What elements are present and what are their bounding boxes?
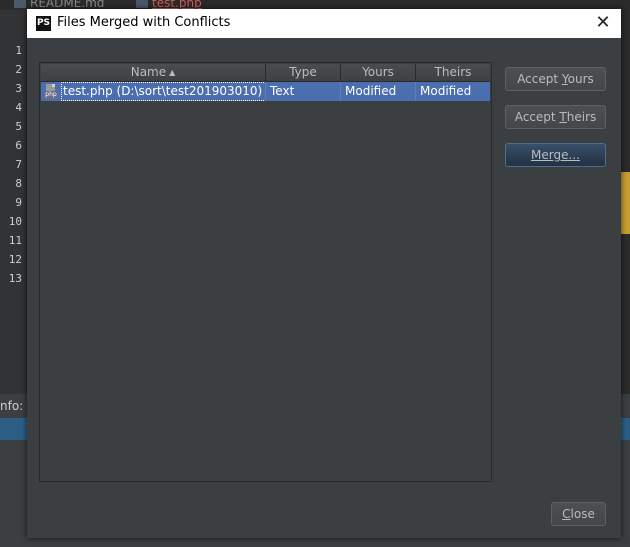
- cell-name: php test.php (D:\sort\test201903010): [41, 82, 266, 101]
- close-button[interactable]: Close: [551, 502, 606, 526]
- dialog-title: Files Merged with Conflicts: [57, 15, 231, 30]
- line-number: 12: [8, 253, 22, 266]
- line-number: 5: [15, 120, 22, 133]
- column-header-yours[interactable]: Yours: [341, 64, 416, 81]
- php-file-icon: [136, 0, 148, 8]
- line-number: 1: [15, 44, 22, 57]
- phpstorm-app-icon: PS: [36, 16, 51, 31]
- accept-yours-button[interactable]: Accept Yours: [505, 67, 606, 91]
- column-header-theirs[interactable]: Theirs: [416, 64, 490, 81]
- accept-theirs-button[interactable]: Accept Theirs: [505, 105, 606, 129]
- files-merged-dialog: PS Files Merged with Conflicts ✕ Name ▲ T…: [27, 9, 621, 538]
- line-number: 2: [15, 63, 22, 76]
- line-number: 8: [15, 177, 22, 190]
- markdown-file-icon: [14, 0, 26, 8]
- line-number: 7: [15, 158, 22, 171]
- php-file-icon: php: [44, 84, 60, 99]
- line-number: 6: [15, 139, 22, 152]
- column-header-type[interactable]: Type: [266, 64, 341, 81]
- merge-button[interactable]: Merge...: [505, 143, 606, 167]
- conflicts-table[interactable]: Name ▲ Type Yours Theirs php test.php (D:…: [39, 62, 492, 482]
- line-number: 10: [8, 215, 22, 228]
- editor-marker-stripe: [620, 172, 630, 234]
- file-name: test.php (D:\sort\test201903010): [61, 82, 265, 101]
- table-header: Name ▲ Type Yours Theirs: [41, 64, 490, 82]
- line-number: 13: [8, 272, 22, 285]
- table-row[interactable]: php test.php (D:\sort\test201903010) Tex…: [41, 82, 490, 101]
- cell-yours: Modified: [341, 82, 416, 101]
- column-header-name[interactable]: Name ▲: [41, 64, 266, 81]
- cell-type: Text: [266, 82, 341, 101]
- close-icon[interactable]: ✕: [593, 12, 613, 34]
- sort-ascending-icon: ▲: [169, 68, 176, 77]
- cell-theirs: Modified: [420, 84, 472, 98]
- dialog-titlebar[interactable]: PS Files Merged with Conflicts ✕: [27, 9, 621, 38]
- line-number: 4: [15, 101, 22, 114]
- line-number-gutter: 1 2 3 4 5 6 7 8 9 10 11 12 13: [0, 10, 26, 394]
- line-number: 3: [15, 82, 22, 95]
- line-number: 9: [15, 196, 22, 209]
- line-number: 11: [8, 234, 22, 247]
